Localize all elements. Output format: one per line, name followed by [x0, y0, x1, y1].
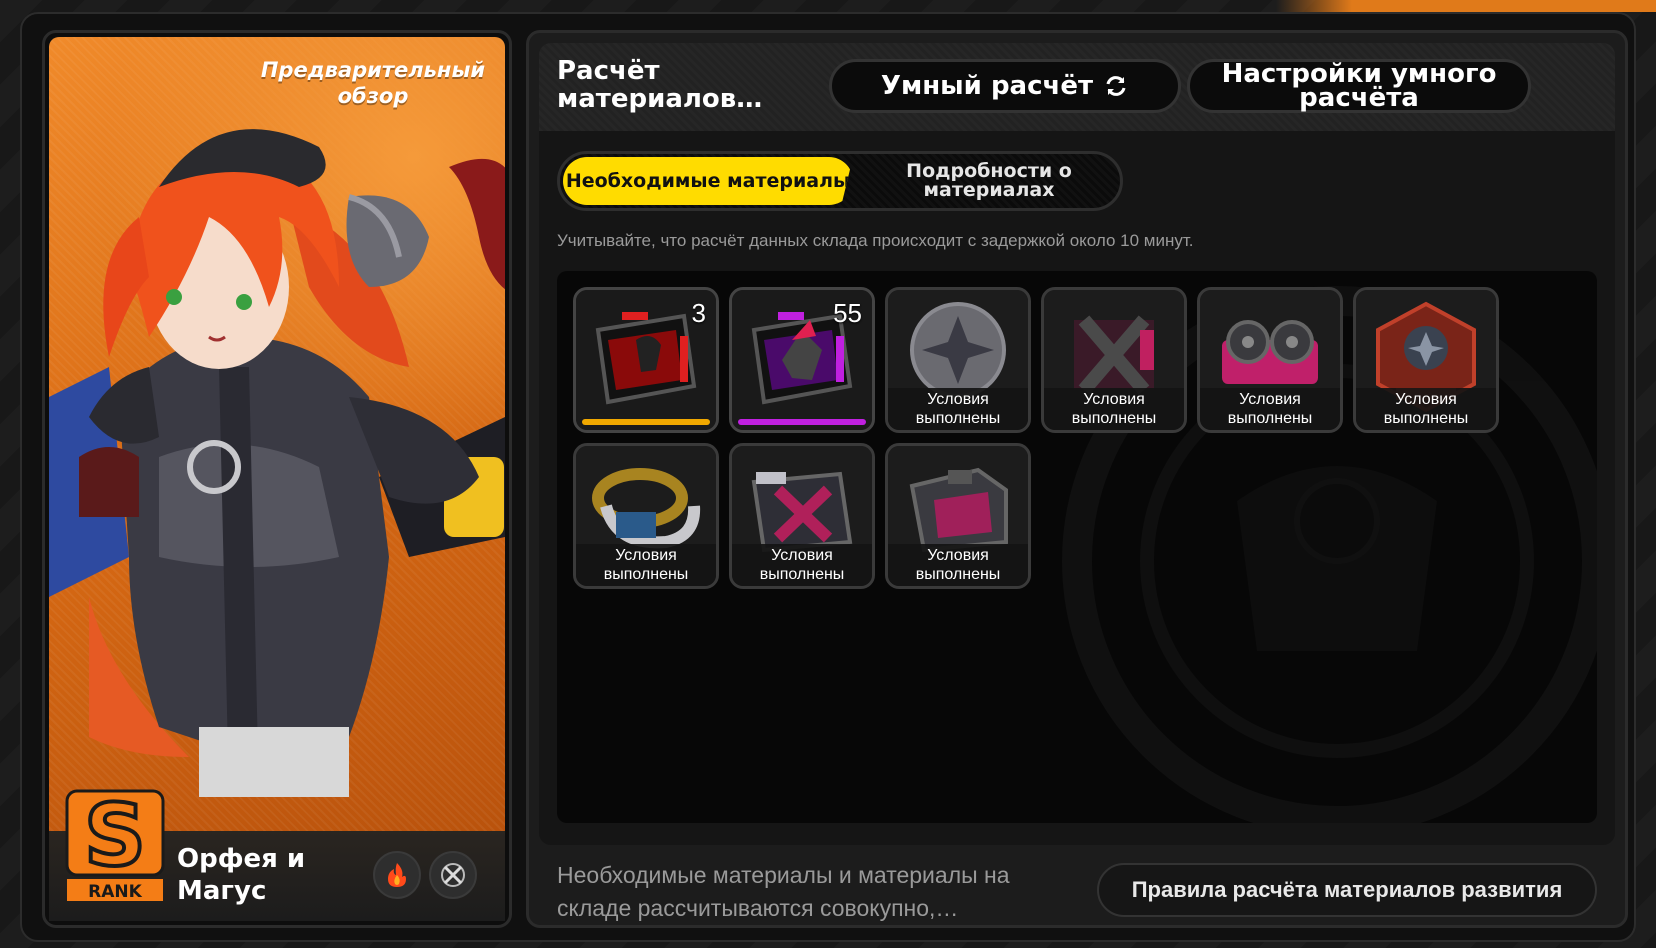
rarity-bar: [738, 419, 866, 425]
character-name: Орфея и Магус: [177, 844, 306, 906]
material-status: Условия выполнены: [732, 544, 872, 586]
footer-info-text: Необходимые материалы и материалы на скл…: [557, 862, 1010, 921]
character-illustration: [49, 129, 505, 797]
smart-calc-label: Умный расчёт: [880, 71, 1094, 101]
tab-required-materials[interactable]: Необходимые материалы: [563, 157, 853, 205]
character-card[interactable]: Предварительный обзор S RANK Орфея и Маг…: [42, 30, 512, 928]
refresh-icon: [1106, 76, 1126, 96]
rank-sublabel: RANK: [88, 882, 142, 902]
material-item[interactable]: 55: [729, 287, 875, 433]
material-status: Условия выполнены: [1356, 388, 1496, 430]
material-status: Условия выполнены: [888, 544, 1028, 586]
material-item[interactable]: Условия выполнены: [729, 443, 875, 589]
panel-title: Расчёт материалов…: [557, 56, 763, 114]
panel-body: Необходимые материалы Подробности о мате…: [539, 131, 1615, 845]
preview-label: Предварительный обзор: [260, 58, 486, 108]
inventory-delay-notice: Учитывайте, что расчёт данных склада про…: [557, 231, 1194, 250]
material-item[interactable]: 3: [573, 287, 719, 433]
panel-header: Расчёт материалов… Умный расчёт Настройк…: [539, 43, 1615, 131]
material-item[interactable]: Условия выполнены: [573, 443, 719, 589]
material-item[interactable]: Условия выполнены: [1353, 287, 1499, 433]
material-item[interactable]: Условия выполнены: [1197, 287, 1343, 433]
rarity-bar: [582, 419, 710, 425]
material-item[interactable]: Условия выполнены: [885, 287, 1031, 433]
smart-calc-button[interactable]: Умный расчёт: [829, 59, 1181, 113]
material-status: Условия выполнены: [1200, 388, 1340, 430]
material-status: Условия выполнены: [1044, 388, 1184, 430]
material-item[interactable]: Условия выполнены: [1041, 287, 1187, 433]
character-info-bar: S RANK Орфея и Магус: [49, 787, 505, 921]
material-quantity: 55: [833, 298, 862, 328]
materials-grid: 3 55 Условия выполнены Условия выполнены…: [557, 271, 1597, 823]
material-status: Условия выполнены: [888, 388, 1028, 430]
material-rules-button[interactable]: Правила расчёта материалов развития: [1097, 863, 1597, 917]
material-calc-panel: Расчёт материалов… Умный расчёт Настройк…: [526, 30, 1628, 928]
fire-icon: [373, 851, 421, 899]
material-status: Условия выполнены: [576, 544, 716, 586]
character-art: Предварительный обзор: [49, 37, 505, 837]
material-item[interactable]: Условия выполнены: [885, 443, 1031, 589]
top-decor-stripe: [1276, 0, 1656, 12]
material-tabs: Необходимые материалы Подробности о мате…: [557, 151, 1123, 211]
rank-letter: S: [84, 787, 146, 886]
smart-calc-settings-button[interactable]: Настройки умного расчёта: [1187, 59, 1531, 113]
crossed-swords-icon: [429, 851, 477, 899]
s-rank-badge: S RANK: [65, 787, 165, 902]
material-quantity: 3: [691, 298, 706, 328]
tab-material-details[interactable]: Подробности о материалах: [860, 157, 1118, 205]
